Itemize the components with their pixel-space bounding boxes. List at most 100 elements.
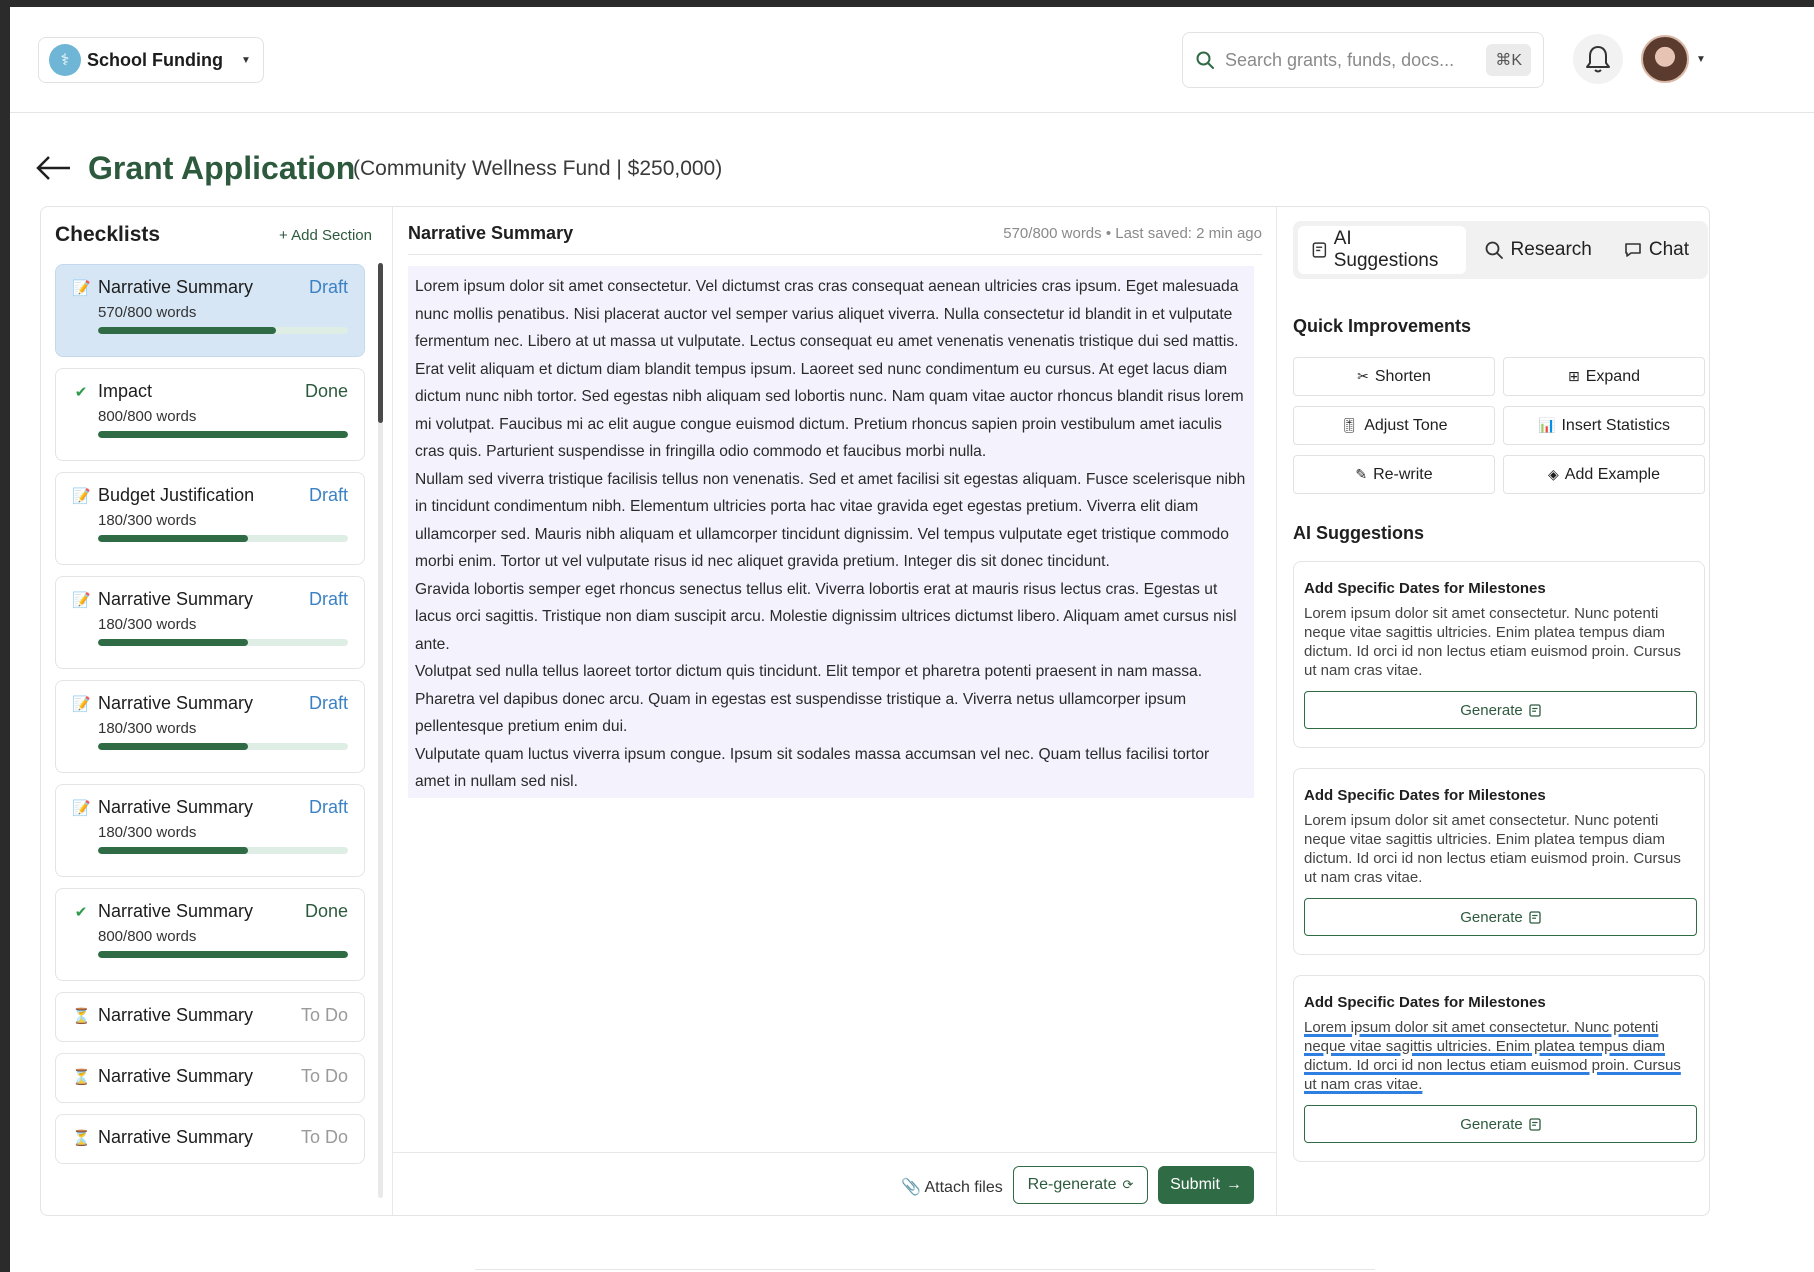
- status-badge: Done: [304, 381, 348, 401]
- suggestion-text: Lorem ipsum dolor sit amet consectetur. …: [1304, 1019, 1681, 1093]
- memo-icon: 📝: [72, 487, 91, 505]
- back-arrow-icon[interactable]: [34, 153, 74, 183]
- status-badge: Done: [304, 901, 348, 921]
- generate-label: Generate: [1460, 701, 1523, 719]
- avatar[interactable]: [1641, 35, 1689, 83]
- scrollbar-thumb[interactable]: [378, 263, 383, 423]
- quick-improvements-title: Quick Improvements: [1293, 316, 1472, 336]
- scissors-icon: ✂: [1357, 368, 1369, 384]
- quick-improvements-grid: ✂ Shorten ⊞ Expand 🎚 Adjust Tone 📊 Insert Stati…: [1293, 357, 1705, 494]
- checklist-item[interactable]: 📝 Narrative Summary Draft 180/300 words: [55, 784, 365, 877]
- generate-label: Generate: [1460, 908, 1523, 926]
- progress-bar: [98, 847, 348, 854]
- status-badge: To Do: [300, 1066, 348, 1086]
- expand-button[interactable]: ⊞ Expand: [1503, 357, 1705, 396]
- tab-chat[interactable]: Chat: [1610, 226, 1703, 274]
- checklist-item-title: Narrative Summary: [98, 1005, 254, 1025]
- org-switcher[interactable]: ⚕ School Funding ▼: [38, 37, 264, 83]
- checklists-panel: Checklists + Add Section 📝 Narrative Summ…: [41, 207, 393, 1215]
- memo-icon: 📝: [72, 695, 91, 713]
- word-count: 800/800 words: [98, 928, 197, 945]
- checklist-item[interactable]: ⏳ Narrative Summary To Do: [55, 1053, 365, 1103]
- shortcut-badge: ⌘K: [1486, 44, 1531, 76]
- progress-fill: [98, 847, 248, 854]
- arrow-right-icon: →: [1225, 1176, 1242, 1193]
- quick-improvement-label: Expand: [1585, 367, 1640, 385]
- search-input[interactable]: [1225, 49, 1477, 71]
- generate-button[interactable]: Generate: [1304, 898, 1697, 936]
- ai-suggest-icon: [1312, 242, 1327, 258]
- status-badge: To Do: [300, 1005, 348, 1025]
- hourglass-icon: ⏳: [72, 1129, 91, 1147]
- word-count: 180/300 words: [98, 616, 197, 633]
- add-section-button[interactable]: + Add Section: [279, 227, 372, 244]
- word-count: 180/300 words: [98, 512, 197, 529]
- editor-meta: 570/800 words • Last saved: 2 min ago: [1003, 225, 1262, 242]
- tab-ai-suggestions[interactable]: AI Suggestions: [1298, 226, 1466, 274]
- submit-button[interactable]: Submit →: [1158, 1166, 1254, 1204]
- hourglass-icon: ⏳: [72, 1007, 91, 1025]
- add-example-button[interactable]: ◈ Add Example: [1503, 455, 1705, 494]
- checklist-item[interactable]: ✔ Narrative Summary Done 800/800 words: [55, 888, 365, 981]
- checklist-item[interactable]: 📝 Budget Justification Draft 180/300 words: [55, 472, 365, 565]
- ai-sidebar: AI Suggestions Research Chat Quick Impro…: [1278, 207, 1710, 1215]
- refresh-icon: ⟳: [1122, 1177, 1134, 1192]
- checklist-item-title: Narrative Summary: [98, 1066, 254, 1086]
- suggestion-card: Add Specific Dates for Milestones Lorem i…: [1293, 768, 1705, 955]
- suggestion-title: Add Specific Dates for Milestones: [1304, 994, 1546, 1011]
- regenerate-button[interactable]: Re-generate ⟳: [1013, 1166, 1148, 1204]
- top-bar: ⚕ School Funding ▼ ⌘K ▼: [10, 7, 1814, 113]
- search-bar[interactable]: ⌘K: [1182, 32, 1544, 88]
- ai-suggest-icon: [1529, 910, 1541, 924]
- checklist-item[interactable]: ✔ Impact Done 800/800 words: [55, 368, 365, 461]
- progress-fill: [98, 639, 248, 646]
- editor-paragraph: Vulputate quam luctus viverra ipsum cong…: [415, 745, 1210, 791]
- editor-title: Narrative Summary: [408, 223, 574, 243]
- progress-fill: [98, 535, 248, 542]
- quick-improvement-label: Adjust Tone: [1364, 416, 1448, 434]
- divider: [475, 1269, 1375, 1270]
- progress-bar: [98, 743, 348, 750]
- generate-button[interactable]: Generate: [1304, 691, 1697, 729]
- memo-icon: 📝: [72, 799, 91, 817]
- notifications-button[interactable]: [1573, 34, 1623, 84]
- progress-bar: [98, 431, 348, 438]
- page-title: Grant Application: [88, 150, 356, 186]
- submit-label: Submit: [1170, 1176, 1220, 1193]
- checklist-item-title: Narrative Summary: [98, 277, 254, 297]
- editor-text-area[interactable]: Lorem ipsum dolor sit amet consectetur. …: [408, 266, 1254, 798]
- status-badge: Draft: [308, 693, 348, 713]
- checklist-item-title: Narrative Summary: [98, 589, 254, 609]
- suggestion-title: Add Specific Dates for Milestones: [1304, 787, 1546, 804]
- generate-label: Generate: [1460, 1115, 1523, 1133]
- generate-button[interactable]: Generate: [1304, 1105, 1697, 1143]
- re-write-button[interactable]: ✎ Re-write: [1293, 455, 1495, 494]
- insert-statistics-button[interactable]: 📊 Insert Statistics: [1503, 406, 1705, 445]
- status-badge: To Do: [300, 1127, 348, 1147]
- checklist-item[interactable]: 📝 Narrative Summary Draft 570/800 words: [55, 264, 365, 357]
- editor-footer: 📎 Attach files Re-generate ⟳ Submit →: [393, 1152, 1276, 1215]
- checklist-item[interactable]: 📝 Narrative Summary Draft 180/300 words: [55, 576, 365, 669]
- checklist-item[interactable]: 📝 Narrative Summary Draft 180/300 words: [55, 680, 365, 773]
- progress-fill: [98, 743, 248, 750]
- attach-files-button[interactable]: 📎 Attach files: [901, 1177, 1003, 1197]
- checklist-item[interactable]: ⏳ Narrative Summary To Do: [55, 1114, 365, 1164]
- shorten-button[interactable]: ✂ Shorten: [1293, 357, 1495, 396]
- app-window: ⚕ School Funding ▼ ⌘K ▼ Grant Applicatio…: [10, 7, 1814, 1272]
- checklist-item-title: Narrative Summary: [98, 901, 254, 921]
- ai-suggest-icon: [1529, 1117, 1541, 1131]
- checklist-item-title: Narrative Summary: [98, 797, 254, 817]
- tab-research[interactable]: Research: [1470, 226, 1606, 274]
- editor-panel: Narrative Summary 570/800 words • Last s…: [393, 207, 1277, 1215]
- regenerate-label: Re-generate: [1027, 1176, 1117, 1193]
- paperclip-icon: 📎: [901, 1179, 921, 1196]
- editor-paragraph: Nullam sed viverra tristique facilisis t…: [415, 470, 1246, 571]
- status-badge: Draft: [308, 589, 348, 609]
- chevron-down-icon[interactable]: ▼: [1696, 54, 1706, 65]
- progress-bar: [98, 327, 348, 334]
- adjust-tone-button[interactable]: 🎚 Adjust Tone: [1293, 406, 1495, 445]
- quick-improvement-label: Insert Statistics: [1561, 416, 1670, 434]
- checklist-item[interactable]: ⏳ Narrative Summary To Do: [55, 992, 365, 1042]
- quick-improvement-label: Shorten: [1374, 367, 1431, 385]
- sidebar-tabs: AI Suggestions Research Chat: [1293, 221, 1708, 279]
